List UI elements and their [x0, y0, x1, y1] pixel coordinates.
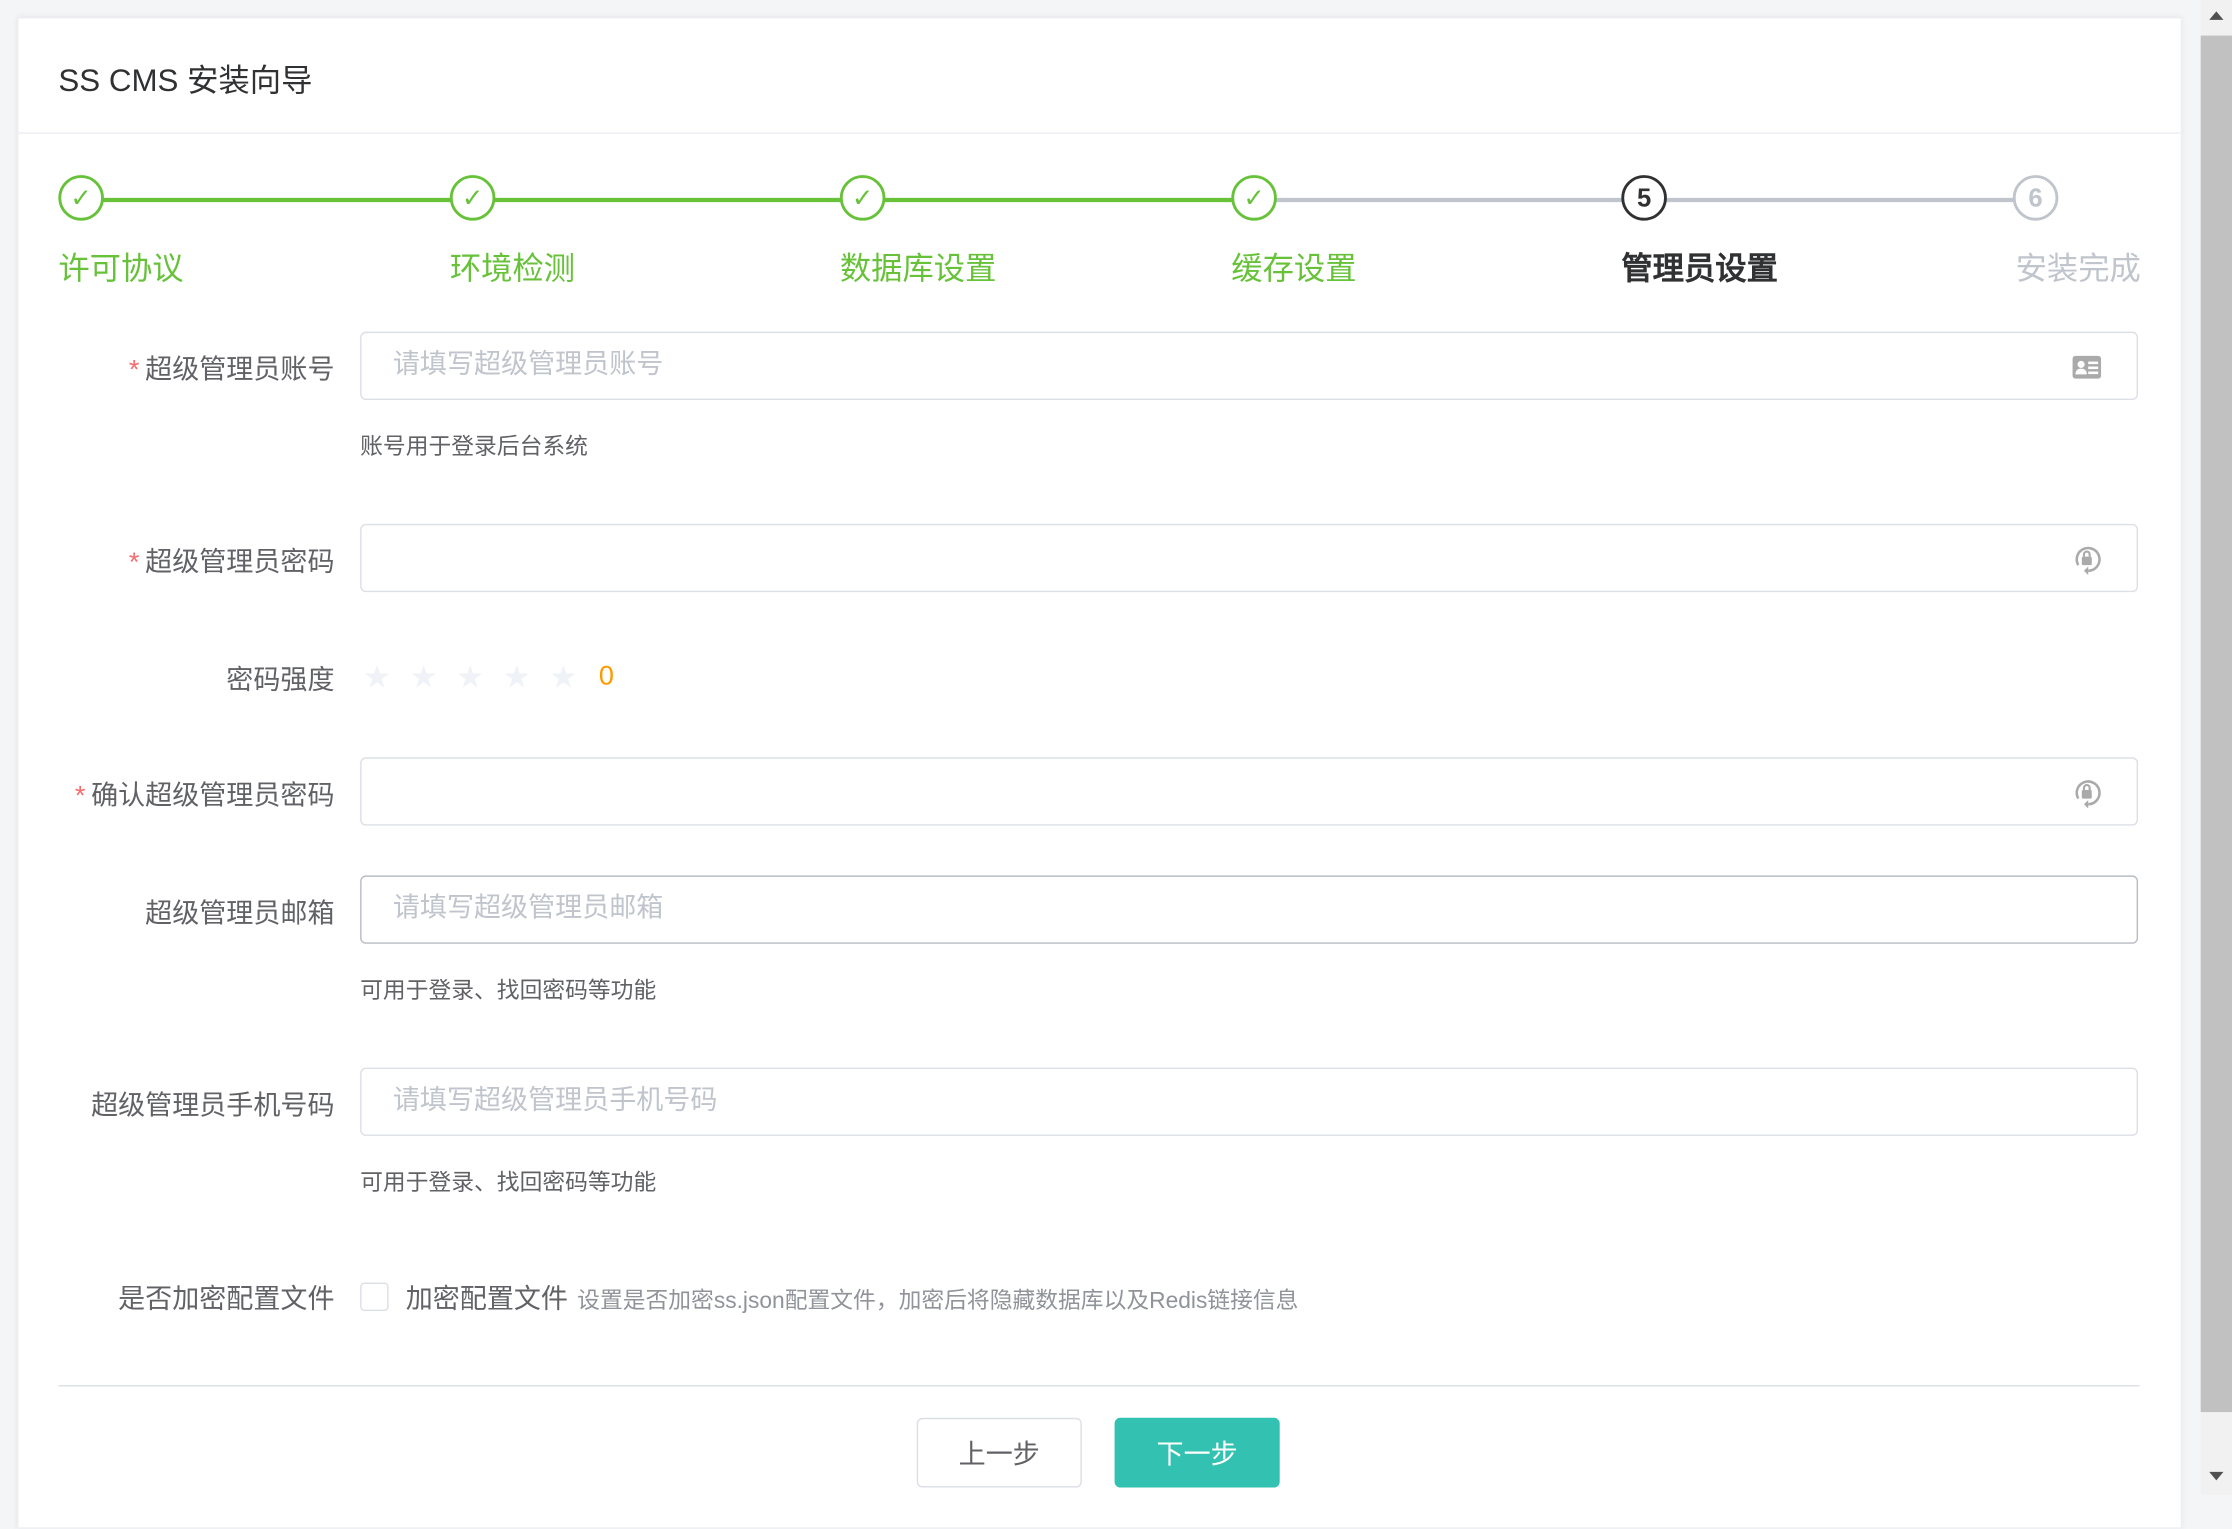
star-icon: ★ — [362, 659, 392, 695]
email-help: 可用于登录、找回密码等功能 — [360, 979, 657, 1004]
next-button[interactable]: 下一步 — [1114, 1417, 1280, 1488]
scroll-up-icon[interactable] — [2209, 11, 2224, 20]
scroll-down-icon[interactable] — [2209, 1471, 2224, 1481]
password-label: * 超级管理员密码 — [129, 541, 335, 579]
step-label-environment: 环境检测 — [449, 250, 576, 287]
confirm-password-input[interactable] — [390, 758, 2033, 825]
mobile-help: 可用于登录、找回密码等功能 — [360, 1171, 657, 1196]
strength-label: 密码强度 — [226, 666, 335, 697]
star-icon: ★ — [456, 659, 485, 695]
account-label-text: 超级管理员账号 — [145, 355, 335, 386]
step-4-check-icon: ✓ — [1231, 175, 1277, 221]
confirm-password-label: * 确认超级管理员密码 — [75, 774, 335, 812]
scrollbar-thumb[interactable] — [2200, 35, 2232, 1413]
account-help: 账号用于登录后台系统 — [360, 435, 588, 460]
step-5-number: 5 — [1621, 175, 1667, 221]
star-icon: ★ — [502, 659, 531, 695]
required-asterisk: * — [128, 548, 140, 578]
email-field[interactable] — [360, 875, 2139, 944]
step-label-database: 数据库设置 — [839, 250, 997, 287]
required-asterisk: * — [74, 781, 86, 812]
step-connector — [82, 197, 475, 203]
password-input[interactable] — [390, 525, 2033, 591]
step-connector — [1645, 197, 2037, 203]
step-label-admin: 管理员设置 — [1621, 250, 1778, 287]
step-6-number: 6 — [2012, 175, 2059, 221]
password-field[interactable] — [360, 523, 2139, 593]
encrypt-help: 设置是否加密ss.json配置文件，加密后将隐藏数据库以及Redis链接信息 — [577, 1289, 1299, 1314]
lock-reset-icon — [2075, 546, 2101, 576]
mobile-label: 超级管理员手机号码 — [91, 1091, 335, 1122]
lock-reset-icon — [2075, 780, 2101, 809]
email-input[interactable] — [390, 876, 2033, 943]
email-label: 超级管理员邮箱 — [145, 899, 335, 930]
account-input[interactable] — [390, 333, 2033, 399]
wizard-card: SS CMS 安装向导 ✓ ✓ ✓ ✓ 5 6 许可协议 环境检测 数据库设置 … — [17, 17, 2183, 1529]
prev-button[interactable]: 上一步 — [916, 1417, 1082, 1488]
step-connector — [864, 197, 1256, 203]
password-strength-rate: ★ ★ ★ ★ ★ 0 — [363, 659, 614, 696]
encrypt-checkbox[interactable] — [360, 1282, 389, 1312]
scrollbar[interactable] — [2200, 0, 2232, 1495]
account-field[interactable] — [360, 331, 2139, 400]
confirm-password-field[interactable] — [360, 757, 2139, 826]
step-label-complete: 安装完成 — [2015, 250, 2141, 287]
strength-score: 0 — [598, 661, 614, 692]
account-label: * 超级管理员账号 — [129, 349, 335, 387]
step-connector — [474, 197, 865, 203]
step-1-check-icon: ✓ — [58, 175, 104, 221]
mobile-field[interactable] — [360, 1067, 2139, 1136]
step-label-cache: 缓存设置 — [1231, 250, 1357, 287]
step-3-check-icon: ✓ — [839, 175, 886, 221]
page-title: SS CMS 安装向导 — [58, 62, 313, 99]
password-label-text: 超级管理员密码 — [145, 548, 335, 578]
id-card-icon — [2072, 355, 2102, 379]
required-asterisk: * — [128, 355, 140, 386]
encrypt-checkbox-label[interactable]: 加密配置文件 — [406, 1285, 568, 1315]
header-divider — [18, 132, 2181, 134]
mobile-input[interactable] — [390, 1069, 2033, 1135]
step-label-license: 许可协议 — [58, 250, 184, 287]
confirm-label-text: 确认超级管理员密码 — [91, 781, 335, 812]
encrypt-label: 是否加密配置文件 — [118, 1285, 335, 1316]
step-connector — [1255, 197, 1646, 203]
step-2-check-icon: ✓ — [449, 175, 496, 221]
footer-divider — [58, 1385, 2140, 1387]
star-icon: ★ — [409, 659, 438, 695]
install-wizard-page: SS CMS 安装向导 ✓ ✓ ✓ ✓ 5 6 许可协议 环境检测 数据库设置 … — [0, 0, 2232, 1529]
encrypt-option[interactable]: 加密配置文件 设置是否加密ss.json配置文件，加密后将隐藏数据库以及Redi… — [406, 1278, 1299, 1316]
star-icon: ★ — [549, 659, 578, 695]
